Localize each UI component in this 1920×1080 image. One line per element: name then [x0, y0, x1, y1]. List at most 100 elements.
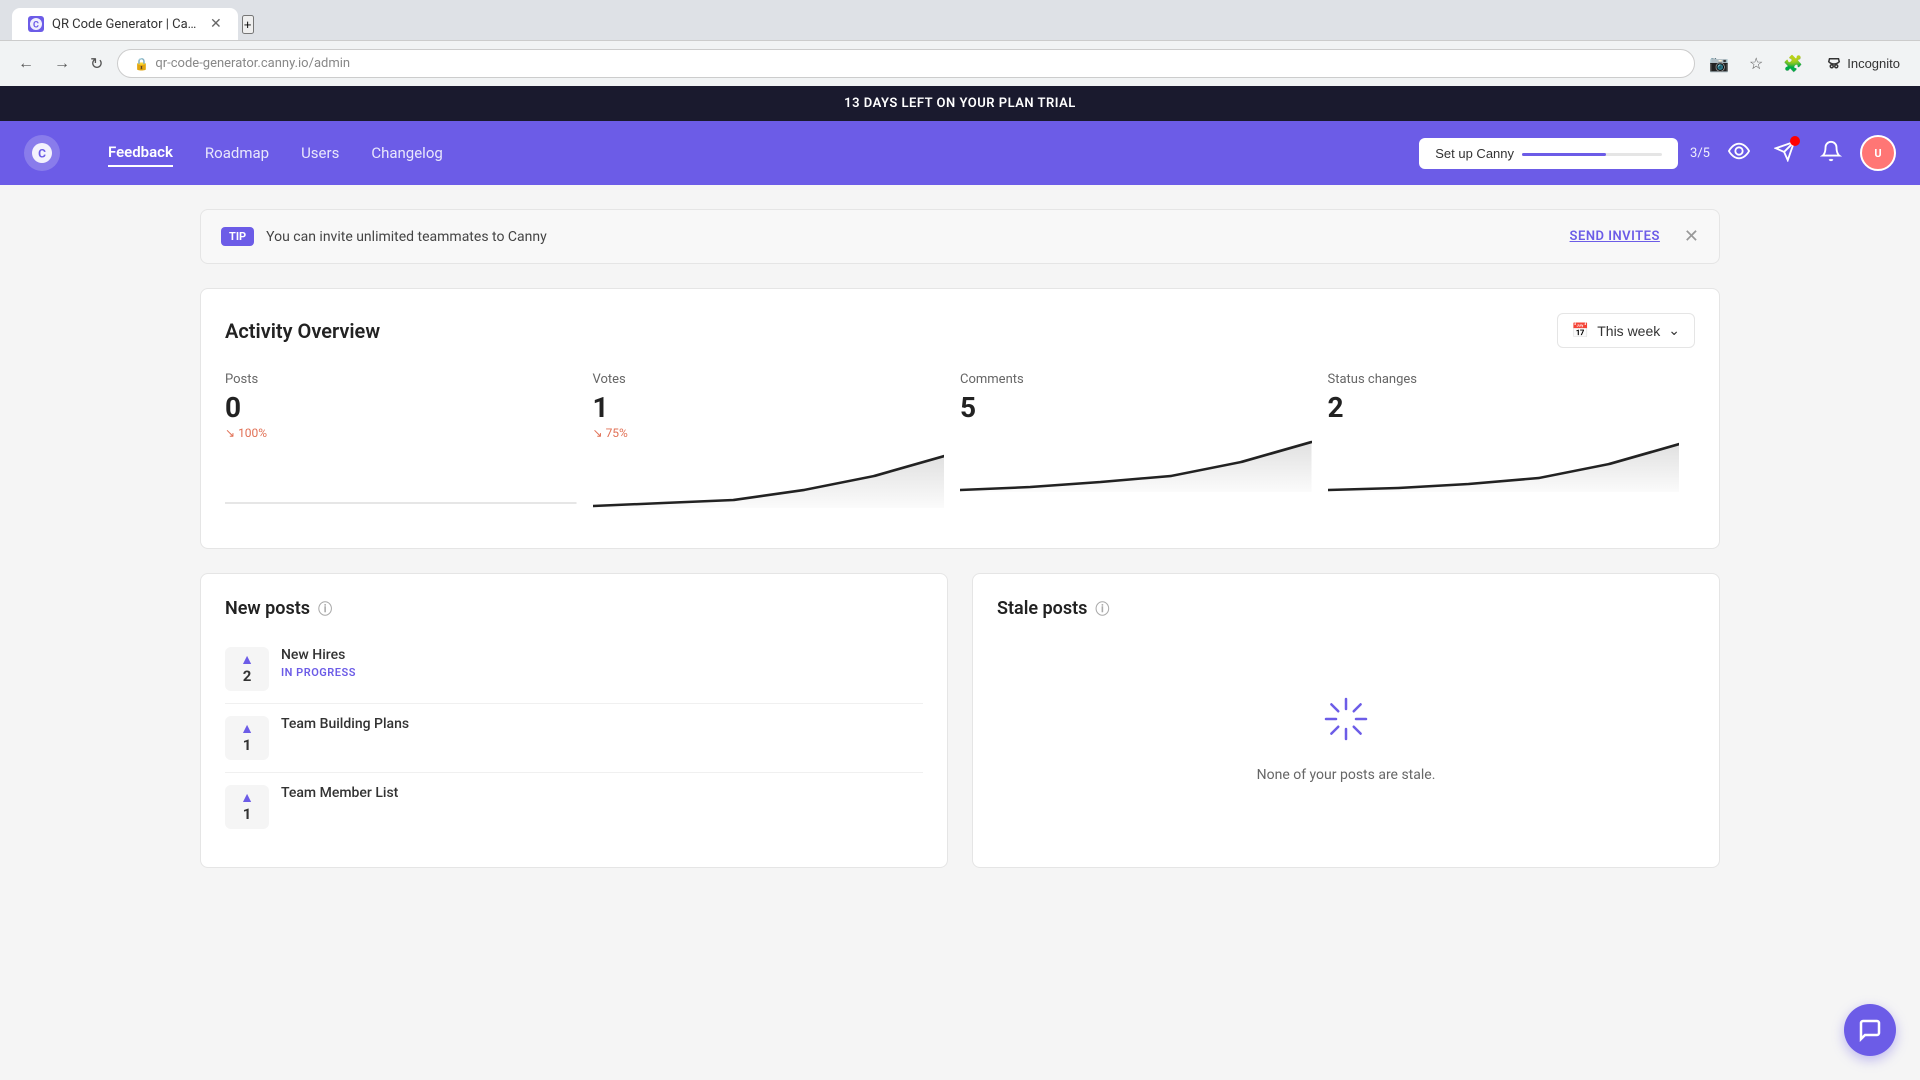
posts-label: Posts: [225, 372, 577, 387]
tab-close-button[interactable]: ✕: [210, 16, 222, 32]
svg-text:C: C: [33, 21, 39, 31]
status-changes-label: Status changes: [1328, 372, 1680, 387]
post-status: IN PROGRESS: [281, 666, 923, 679]
forward-button[interactable]: →: [48, 51, 76, 77]
vote-count: 1: [243, 736, 252, 754]
main-content: TIP You can invite unlimited teammates t…: [0, 185, 1920, 892]
activity-overview-card: Activity Overview 📅 This week ⌄ Posts 0 …: [200, 288, 1720, 549]
metric-comments: Comments 5: [960, 372, 1328, 524]
vote-count: 2: [243, 667, 252, 685]
svg-text:C: C: [38, 147, 46, 161]
lock-icon: 🔒: [134, 57, 149, 71]
votes-label: Votes: [593, 372, 945, 387]
post-item-team-member-list[interactable]: ▲ 1 Team Member List: [225, 773, 923, 841]
notification-badge: [1790, 136, 1800, 146]
stale-posts-card: Stale posts ⓘ None of your: [972, 573, 1720, 868]
period-selector-button[interactable]: 📅 This week ⌄: [1557, 313, 1695, 348]
bottom-grid: New posts ⓘ ▲ 2 New Hires IN PROGRESS ▲ …: [200, 573, 1720, 868]
cast-icon[interactable]: 📷: [1703, 50, 1735, 78]
chevron-down-icon: ⌄: [1668, 322, 1680, 339]
tip-close-button[interactable]: ✕: [1684, 226, 1699, 247]
activity-title: Activity Overview: [225, 319, 380, 343]
vote-box: ▲ 1: [225, 716, 269, 760]
activity-header: Activity Overview 📅 This week ⌄: [225, 313, 1695, 348]
post-info: Team Member List: [281, 785, 923, 801]
setup-canny-button[interactable]: Set up Canny: [1419, 138, 1678, 169]
main-nav: C Feedback Roadmap Users Changelog Set u…: [0, 121, 1920, 185]
preview-icon-button[interactable]: [1722, 134, 1756, 173]
nav-changelog[interactable]: Changelog: [371, 140, 442, 166]
bookmark-icon[interactable]: ☆: [1743, 50, 1769, 78]
trial-banner: 13 DAYS LEFT ON YOUR PLAN TRIAL: [0, 86, 1920, 121]
avatar-button[interactable]: U: [1860, 135, 1896, 171]
period-label: This week: [1597, 323, 1660, 339]
posts-change-pct: 100%: [238, 426, 267, 440]
setup-progress-bar: [1522, 153, 1662, 156]
status-changes-chart: [1328, 432, 1680, 492]
tip-badge: TIP: [221, 227, 254, 246]
votes-change-arrow: ↘: [593, 426, 603, 440]
post-info: Team Building Plans: [281, 716, 923, 732]
new-posts-card: New posts ⓘ ▲ 2 New Hires IN PROGRESS ▲ …: [200, 573, 948, 868]
metric-votes: Votes 1 ↘ 75%: [593, 372, 961, 524]
incognito-label: Incognito: [1847, 56, 1900, 71]
stale-posts-info-icon[interactable]: ⓘ: [1095, 599, 1109, 619]
upvote-arrow-icon: ▲: [240, 653, 254, 667]
tab-favicon: C: [28, 16, 44, 32]
svg-text:U: U: [1874, 147, 1881, 160]
back-button[interactable]: ←: [12, 51, 40, 77]
nav-roadmap[interactable]: Roadmap: [205, 140, 269, 166]
url-text: qr-code-generator.canny.io/admin: [155, 56, 350, 71]
posts-chart: [225, 448, 577, 508]
upvote-arrow-icon: ▲: [240, 722, 254, 736]
nav-right: Set up Canny 3/5 U: [1419, 134, 1896, 173]
status-changes-value: 2: [1328, 391, 1680, 424]
incognito-button[interactable]: Incognito: [1817, 51, 1908, 77]
address-bar[interactable]: 🔒 qr-code-generator.canny.io/admin: [117, 49, 1695, 78]
active-tab[interactable]: C QR Code Generator | Canny ✕: [12, 8, 238, 40]
comments-label: Comments: [960, 372, 1312, 387]
nav-users[interactable]: Users: [301, 140, 339, 166]
post-item-new-hires[interactable]: ▲ 2 New Hires IN PROGRESS: [225, 635, 923, 704]
posts-change-arrow: ↘: [225, 426, 235, 440]
setup-label: Set up Canny: [1435, 146, 1514, 161]
send-invites-button[interactable]: SEND INVITES: [1570, 229, 1660, 244]
votes-change: ↘ 75%: [593, 426, 945, 440]
bell-icon-button[interactable]: [1814, 134, 1848, 173]
comments-value: 5: [960, 391, 1312, 424]
post-title[interactable]: New Hires: [281, 647, 923, 663]
post-info: New Hires IN PROGRESS: [281, 647, 923, 679]
trial-text: 13 DAYS LEFT ON YOUR PLAN TRIAL: [844, 96, 1076, 111]
posts-change: ↘ 100%: [225, 426, 577, 440]
browser-window: C QR Code Generator | Canny ✕ + ← → ↻ 🔒 …: [0, 0, 1920, 86]
upvote-arrow-icon: ▲: [240, 791, 254, 805]
browser-nav-bar: ← → ↻ 🔒 qr-code-generator.canny.io/admin…: [0, 40, 1920, 86]
stale-spinner-icon: [1322, 695, 1370, 751]
tab-title: QR Code Generator | Canny: [52, 17, 202, 32]
metrics-row: Posts 0 ↘ 100% Votes 1 ↘: [225, 372, 1695, 524]
extensions-icon[interactable]: 🧩: [1777, 50, 1809, 78]
comments-chart: [960, 432, 1312, 492]
setup-progress-text: 3/5: [1690, 146, 1710, 161]
nav-actions: 📷 ☆ 🧩 Incognito: [1703, 50, 1908, 78]
nav-feedback[interactable]: Feedback: [108, 139, 173, 167]
logo[interactable]: C: [24, 135, 60, 171]
post-title[interactable]: Team Building Plans: [281, 716, 923, 732]
vote-count: 1: [243, 805, 252, 823]
reload-button[interactable]: ↻: [84, 50, 109, 78]
new-posts-info-icon[interactable]: ⓘ: [318, 599, 332, 619]
metric-posts: Posts 0 ↘ 100%: [225, 372, 593, 524]
post-item-team-building[interactable]: ▲ 1 Team Building Plans: [225, 704, 923, 773]
votes-chart: [593, 448, 945, 508]
new-tab-button[interactable]: +: [242, 15, 254, 34]
posts-value: 0: [225, 391, 577, 424]
share-icon-button[interactable]: [1768, 134, 1802, 173]
stale-empty-text: None of your posts are stale.: [1257, 767, 1436, 783]
vote-box: ▲ 1: [225, 785, 269, 829]
metric-status-changes: Status changes 2: [1328, 372, 1696, 524]
calendar-icon: 📅: [1572, 322, 1589, 339]
tab-bar: C QR Code Generator | Canny ✕ +: [0, 0, 1920, 40]
post-title[interactable]: Team Member List: [281, 785, 923, 801]
chat-fab-button[interactable]: [1844, 1004, 1896, 1056]
tip-text: You can invite unlimited teammates to Ca…: [266, 229, 1557, 245]
